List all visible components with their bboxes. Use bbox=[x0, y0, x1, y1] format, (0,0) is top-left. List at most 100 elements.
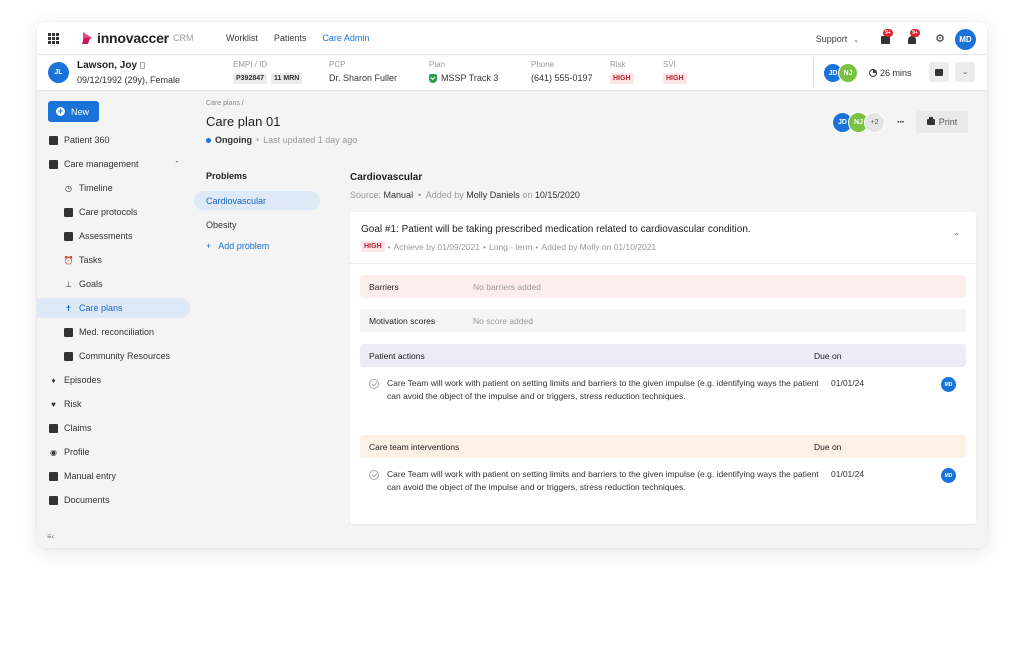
main-nav: Worklist Patients Care Admin bbox=[226, 33, 369, 43]
problem-item-cardiovascular[interactable]: Cardiovascular bbox=[194, 191, 320, 210]
bell-icon bbox=[908, 36, 917, 44]
care-team-avatars[interactable]: JD NJ bbox=[823, 63, 858, 83]
check-circle-icon[interactable] bbox=[369, 470, 379, 480]
patient-name: Lawson, Joy bbox=[77, 60, 138, 71]
goal-term: Long - term bbox=[488, 241, 533, 252]
print-button[interactable]: Print bbox=[916, 111, 968, 133]
check-circle-icon[interactable] bbox=[369, 379, 379, 389]
sidebar-item-care-protocols[interactable]: Care protocols bbox=[37, 202, 190, 222]
add-document-icon bbox=[49, 471, 58, 481]
separator: • bbox=[482, 241, 486, 252]
more-members-avatar[interactable]: +2 bbox=[864, 111, 885, 133]
chevron-up-icon[interactable]: ⌃ bbox=[953, 232, 960, 241]
user-avatar[interactable]: MD bbox=[955, 28, 976, 50]
plan-value: MSSP Track 3 bbox=[441, 73, 499, 83]
sidebar-item-community-resources[interactable]: Community Resources bbox=[37, 346, 190, 366]
more-options-icon[interactable]: ··· bbox=[897, 117, 905, 128]
timer-icon bbox=[869, 69, 877, 77]
patient-avatar: JL bbox=[48, 62, 69, 83]
avatar[interactable]: NJ bbox=[838, 63, 858, 83]
page-title: Care plan 01 bbox=[206, 114, 281, 129]
motivation-section[interactable]: Motivation scores No score added bbox=[360, 309, 966, 332]
nav-patients[interactable]: Patients bbox=[274, 33, 307, 43]
problem-item-obesity[interactable]: Obesity bbox=[194, 215, 320, 234]
clipboard-icon bbox=[64, 231, 73, 241]
sidebar-item-med-reconciliation[interactable]: Med. reconciliation bbox=[37, 322, 190, 342]
empi-chip: P392847 bbox=[233, 73, 268, 84]
sidebar-item-manual-entry[interactable]: Manual entry bbox=[37, 466, 190, 486]
last-updated: Last updated 1 day ago bbox=[263, 135, 358, 145]
app-window: innovaccer CRM Worklist Patients Care Ad… bbox=[37, 22, 987, 548]
plan-actions: JD NJ +2 ··· Print bbox=[832, 111, 968, 133]
sidebar-item-documents[interactable]: Documents bbox=[37, 490, 190, 510]
assignee-avatar[interactable]: MD bbox=[941, 377, 956, 392]
sidebar-item-care-management[interactable]: Care management ⌃ bbox=[37, 154, 190, 174]
plan-field: Plan MSSP Track 3 bbox=[429, 60, 498, 83]
barriers-section[interactable]: Barriers No barriers added bbox=[360, 275, 966, 298]
heart-icon: ♥ bbox=[51, 399, 56, 409]
chat-button[interactable] bbox=[929, 62, 949, 82]
status-badge: Ongoing bbox=[215, 135, 252, 145]
divider bbox=[350, 263, 976, 264]
sidebar-item-care-plans[interactable]: ✝ Care plans bbox=[37, 298, 190, 318]
top-nav: innovaccer CRM Worklist Patients Care Ad… bbox=[37, 22, 987, 55]
sidebar-item-tasks[interactable]: ⏰ Tasks bbox=[37, 250, 190, 270]
sidebar-item-label: Manual entry bbox=[64, 471, 117, 481]
chat-bubbles-icon bbox=[49, 159, 58, 169]
sidebar-item-risk[interactable]: ♥ Risk bbox=[37, 394, 190, 414]
expand-header-button[interactable]: ⌄ bbox=[955, 62, 975, 82]
separator: • bbox=[387, 241, 391, 252]
nav-worklist[interactable]: Worklist bbox=[226, 33, 258, 43]
shield-check-icon bbox=[429, 73, 437, 83]
sidebar-item-claims[interactable]: Claims bbox=[37, 418, 190, 438]
problem-title: Cardiovascular bbox=[350, 172, 423, 183]
pcp-label: PCP bbox=[329, 60, 346, 69]
risk-field: Risk HIGH bbox=[610, 60, 634, 84]
patient-name-row: Lawson, Joy bbox=[77, 60, 146, 71]
sidebar-item-profile[interactable]: ◉ Profile bbox=[37, 442, 190, 462]
phone-value: (641) 555-0197 bbox=[531, 73, 593, 83]
gear-icon[interactable]: ⚙ bbox=[935, 34, 945, 45]
sidebar-item-label: Assessments bbox=[79, 231, 133, 241]
chevron-up-icon[interactable]: ⌃ bbox=[174, 160, 180, 168]
support-menu[interactable]: Support ⌄ bbox=[816, 34, 859, 44]
assignee-avatar[interactable]: MD bbox=[941, 468, 956, 483]
motivation-value: No score added bbox=[473, 315, 534, 326]
svi-label: SVI bbox=[663, 60, 676, 69]
add-problem-label: Add problem bbox=[218, 241, 270, 251]
sidebar-item-label: Timeline bbox=[79, 183, 113, 193]
medication-icon bbox=[64, 327, 73, 337]
print-label: Print bbox=[938, 117, 958, 127]
nav-care-admin[interactable]: Care Admin bbox=[322, 33, 369, 43]
support-label: Support bbox=[815, 34, 848, 44]
brand-name: innovaccer bbox=[97, 30, 169, 46]
sidebar-item-label: Care plans bbox=[79, 303, 123, 313]
copy-icon[interactable] bbox=[140, 62, 146, 69]
sidebar-item-episodes[interactable]: ♦ Episodes bbox=[37, 370, 190, 390]
patient-actions-label: Patient actions bbox=[369, 350, 425, 361]
sidebar-item-assessments[interactable]: Assessments bbox=[37, 226, 190, 246]
added-by-label: Added by bbox=[425, 190, 464, 200]
app-launcher-icon[interactable] bbox=[48, 33, 59, 44]
sidebar-item-goals[interactable]: ⊥ Goals bbox=[37, 274, 190, 294]
add-problem-button[interactable]: + Add problem bbox=[206, 241, 269, 251]
action-due-date: 01/01/24 bbox=[831, 378, 865, 388]
source-label: Source: bbox=[350, 190, 382, 200]
sidebar-item-timeline[interactable]: ◷ Timeline bbox=[37, 178, 190, 198]
brand-logo[interactable]: innovaccer bbox=[83, 30, 169, 46]
sidebar-item-label: Claims bbox=[64, 423, 92, 433]
sidebar-item-label: Goals bbox=[79, 279, 103, 289]
svi-badge: HIGH bbox=[663, 73, 687, 84]
action-text: Care Team will work with patient on sett… bbox=[387, 378, 819, 401]
collapse-sidebar-icon[interactable]: ≡‹ bbox=[47, 532, 54, 541]
phone-field: Phone (641) 555-0197 bbox=[531, 60, 593, 83]
notifications-button[interactable]: 9+ bbox=[908, 29, 920, 44]
patient-dob: 09/12/1992 (29y), Female bbox=[77, 75, 181, 85]
sidebar-item-label: Care management bbox=[64, 159, 139, 169]
goal-card: Goal #1: Patient will be taking prescrib… bbox=[350, 212, 976, 524]
new-button[interactable]: + New bbox=[48, 101, 99, 122]
messages-button[interactable]: 9+ bbox=[881, 29, 893, 44]
breadcrumb[interactable]: Care plans / bbox=[206, 100, 244, 107]
sidebar-item-patient-360[interactable]: Patient 360 bbox=[37, 130, 190, 150]
history-icon: ◷ bbox=[65, 183, 72, 193]
